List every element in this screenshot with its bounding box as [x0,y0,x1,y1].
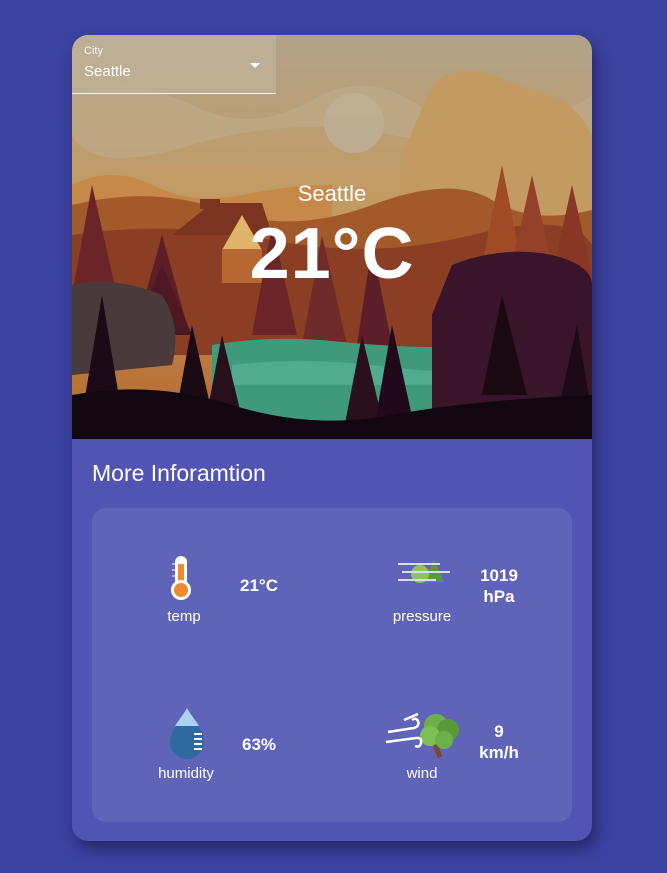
humidity-value: 63% [214,734,304,755]
city-dropdown[interactable]: City Seattle [72,35,276,94]
humidity-caption: humidity [158,765,214,782]
chevron-down-icon[interactable] [250,63,260,68]
temp-caption: temp [167,608,201,625]
wind-value: 9 km/h [454,721,544,763]
weather-hero: City Seattle Seattle 21°C [72,35,592,439]
temp-value: 21°C [214,575,304,596]
city-dropdown-label: City [84,45,103,57]
hero-city-name: Seattle [297,181,367,206]
wind-value-line1: 9 [494,722,504,741]
wind-caption: wind [406,765,438,782]
city-dropdown-value: Seattle [84,63,131,80]
hero-temperature: 21°C [249,214,415,294]
humidity-value-line1: 63% [241,735,277,754]
pressure-caption: pressure [392,608,452,625]
water-drop-icon [170,708,204,759]
pressure-icon [398,560,450,583]
more-information-title: More Inforamtion [92,460,266,486]
wind-value-unit: km/h [479,743,519,762]
pressure-value: 1019 hPa [454,565,544,607]
pressure-value-line1: 1019 [480,566,518,585]
more-information-panel: temp 21°C pressure 1019 hPa humidity 63%… [92,508,572,822]
thermometer-icon [171,556,191,600]
wind-tree-icon [385,712,459,759]
temp-value-line1: 21°C [240,576,278,595]
weather-card: City Seattle Seattle 21°C More Inforamti… [72,35,592,841]
pressure-value-unit: hPa [483,587,515,606]
